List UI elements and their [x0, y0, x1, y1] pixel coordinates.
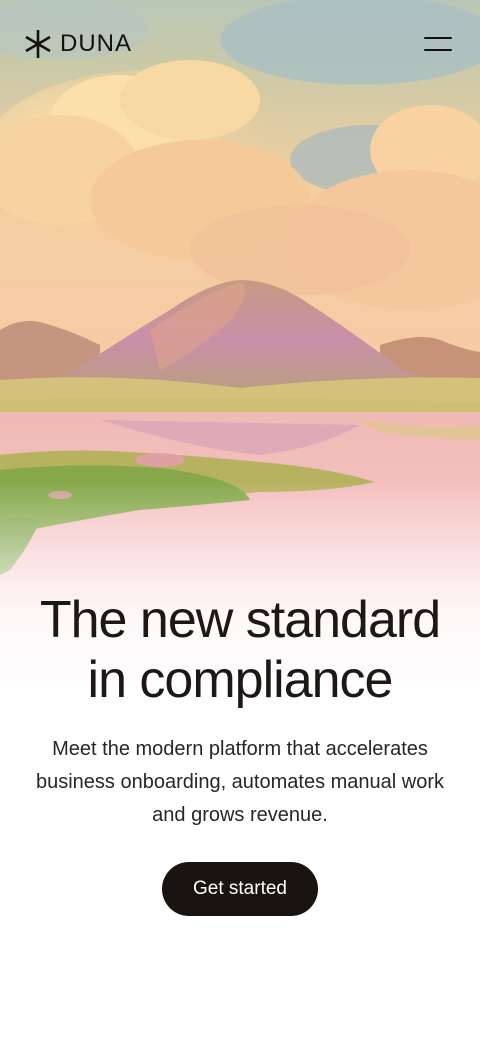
- brand-name: DUNA: [60, 30, 133, 57]
- landing-page: DUNA The new standard in compliance Meet…: [0, 0, 480, 1040]
- brand-logo[interactable]: DUNA: [24, 28, 132, 60]
- site-header: DUNA: [0, 0, 480, 90]
- headline-line-1: The new standard: [39, 591, 441, 649]
- menu-line-bottom: [424, 49, 452, 51]
- hero-subtext: Meet the modern platform that accelerate…: [35, 738, 445, 826]
- hamburger-menu-icon[interactable]: [422, 32, 454, 56]
- hero-headline: The new standard in compliance: [0, 590, 480, 710]
- headline-line-2: in compliance: [87, 651, 394, 709]
- asterisk-logo-icon: [25, 30, 51, 58]
- menu-line-top: [424, 37, 452, 39]
- get-started-button[interactable]: Get started: [162, 862, 318, 916]
